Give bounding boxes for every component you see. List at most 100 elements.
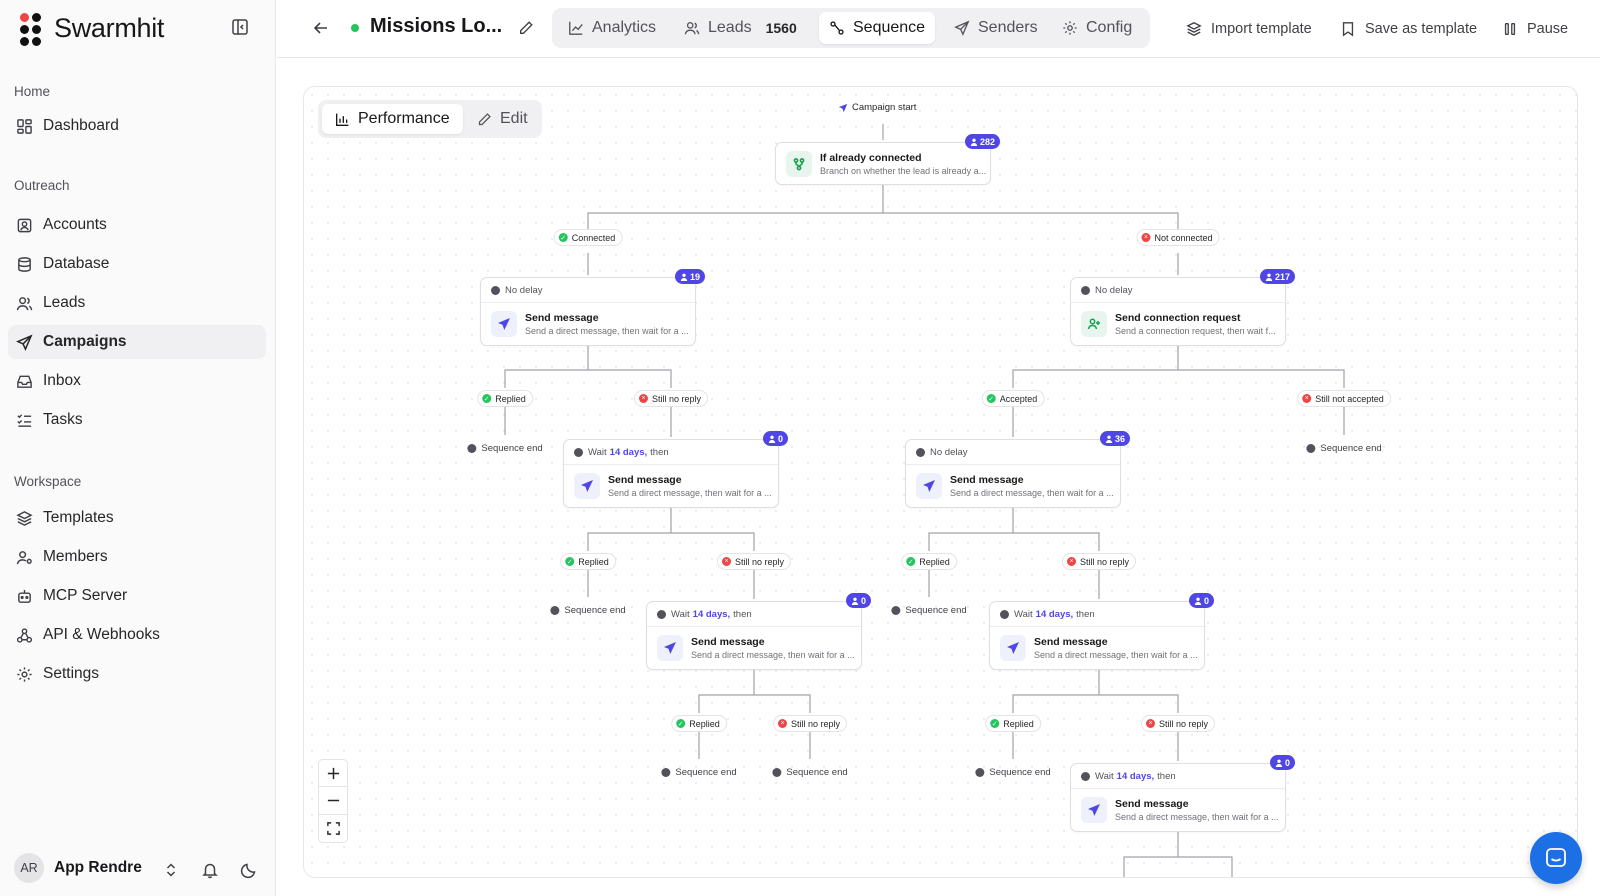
tab-leads[interactable]: Leads 1560 [674, 12, 807, 44]
sidebar-item-members[interactable]: Members [8, 540, 266, 574]
fit-view-button[interactable] [318, 815, 348, 843]
node-icon [1081, 311, 1107, 337]
sequence-icon [830, 21, 844, 35]
sidebar: Swarmhit Home Dashboard Outreach Account… [0, 0, 276, 896]
sidebar-item-label: Leads [43, 294, 86, 311]
condition-label: Replied [578, 556, 609, 567]
condition-accepted: ✓ Accepted [981, 390, 1045, 407]
zoom-out-button[interactable] [318, 787, 348, 815]
tasks-icon [17, 413, 32, 427]
chevron-up-down-icon[interactable] [162, 861, 180, 879]
sidebar-item-settings[interactable]: Settings [8, 657, 266, 691]
sequence-canvas[interactable]: Performance Edit Campaign start If alrea… [303, 86, 1578, 878]
back-arrow-icon[interactable] [312, 19, 330, 37]
person-icon [1265, 273, 1273, 281]
moon-icon[interactable] [240, 861, 258, 879]
node-description: Send a direct message, then wait for a .… [950, 488, 1114, 498]
tab-label: Analytics [592, 19, 657, 36]
members-icon [16, 550, 32, 564]
pause-button[interactable]: Pause [1502, 18, 1568, 40]
clock-icon [657, 609, 666, 619]
clock-icon [1081, 285, 1090, 295]
webhooks-icon [16, 627, 33, 643]
node-icon [786, 151, 812, 177]
x-icon: × [721, 557, 731, 566]
step-node-send-message[interactable]: No delay Send message Send a direct mess… [480, 269, 705, 346]
sidebar-item-templates[interactable]: Templates [8, 501, 266, 535]
delay-text: No delay [930, 446, 968, 458]
stop-icon [1306, 444, 1316, 453]
performance-mode-button[interactable]: Performance [322, 104, 463, 134]
dashboard-icon [17, 118, 32, 134]
campaign-tabs: Analytics Leads 1560 Sequence Senders Co… [552, 8, 1150, 48]
step-node-send-message[interactable]: No delay Send message Send a direct mess… [905, 431, 1130, 508]
send-icon [1088, 804, 1100, 816]
condition-label: Still no reply [651, 393, 702, 404]
step-node-send-message[interactable]: Wait 14 days, then Send message Send a dir… [646, 593, 871, 670]
sidebar-item-campaigns[interactable]: Campaigns [8, 325, 266, 359]
brand[interactable]: Swarmhit [20, 12, 164, 46]
tab-analytics[interactable]: Analytics [558, 12, 666, 44]
node-delay: No delay [1071, 278, 1285, 303]
sidebar-item-mcp-server[interactable]: MCP Server [8, 579, 266, 613]
badge-count: 0 [860, 595, 866, 606]
stop-icon [772, 768, 782, 777]
badge-count: 0 [1203, 595, 1209, 606]
root-condition-node[interactable]: If already connected Branch on whether t… [775, 134, 1000, 185]
tab-config[interactable]: Config [1052, 12, 1142, 44]
sidebar-item-label: Database [43, 255, 110, 272]
sequence-end-label: Sequence end [661, 767, 737, 778]
sidebar-item-accounts[interactable]: Accounts [8, 208, 266, 242]
send-icon [838, 103, 848, 112]
layers-icon [1186, 22, 1202, 36]
chat-icon [1546, 848, 1566, 867]
leads-icon [684, 22, 700, 35]
condition-still-no-reply: × Still no reply [716, 553, 792, 570]
node-title: If already connected [820, 152, 922, 164]
delay-text: No delay [505, 284, 543, 296]
bell-icon[interactable] [201, 861, 219, 879]
check-icon: ✓ [676, 719, 686, 728]
action-label: Pause [1527, 21, 1569, 37]
step-node-send-connection-request[interactable]: No delay Send connection request Send a … [1070, 269, 1295, 346]
import-template-button[interactable]: Import template [1186, 18, 1312, 40]
sidebar-collapse-icon[interactable] [231, 18, 249, 36]
step-node-send-message[interactable]: Wait 14 days, then Send message Send a dir… [989, 593, 1214, 670]
lead-count-badge: 0 [1269, 755, 1295, 770]
user-menu[interactable]: AR App Rendre [14, 852, 264, 884]
edit-mode-button[interactable]: Edit [464, 104, 541, 134]
step-node-send-message[interactable]: Wait 14 days, then Send message Send a dir… [1070, 755, 1295, 832]
support-chat-button[interactable] [1530, 832, 1582, 884]
zoom-in-button[interactable] [318, 759, 348, 787]
node-icon [916, 473, 942, 499]
node-description: Send a direct message, then wait for a .… [1034, 650, 1198, 660]
save-as-template-button[interactable]: Save as template [1340, 18, 1477, 40]
sequence-end-label: Sequence end [975, 767, 1051, 778]
node-title: Send message [950, 474, 1024, 486]
tab-sequence[interactable]: Sequence [819, 12, 936, 44]
step-node-send-message[interactable]: Wait 14 days, then Send message Send a dir… [563, 431, 788, 508]
badge-count: 217 [1274, 271, 1290, 282]
lead-count-badge: 19 [674, 269, 705, 284]
senders-icon [954, 20, 970, 36]
bar-chart-icon [336, 113, 349, 126]
person-icon [851, 597, 859, 605]
templates-icon [16, 510, 33, 526]
sidebar-item-dashboard[interactable]: Dashboard [8, 109, 266, 143]
condition-label: Replied [919, 556, 950, 567]
mode-label: Edit [500, 110, 528, 127]
condition-still-not-accepted: × Still not accepted [1297, 390, 1391, 407]
sidebar-item-api-webhooks[interactable]: API & Webhooks [8, 618, 266, 652]
sidebar-item-leads[interactable]: Leads [8, 286, 266, 320]
view-mode-toggle: Performance Edit [318, 100, 542, 138]
mcp-server-icon [18, 589, 31, 603]
sequence-end-label: Sequence end [772, 767, 848, 778]
pencil-icon[interactable] [518, 20, 534, 36]
inbox-icon [17, 375, 32, 388]
x-icon: × [1066, 557, 1076, 566]
tab-senders[interactable]: Senders [944, 12, 1048, 44]
sidebar-item-inbox[interactable]: Inbox [8, 364, 266, 398]
accounts-icon [17, 218, 32, 232]
sidebar-item-tasks[interactable]: Tasks [8, 403, 266, 437]
sidebar-item-database[interactable]: Database [8, 247, 266, 281]
